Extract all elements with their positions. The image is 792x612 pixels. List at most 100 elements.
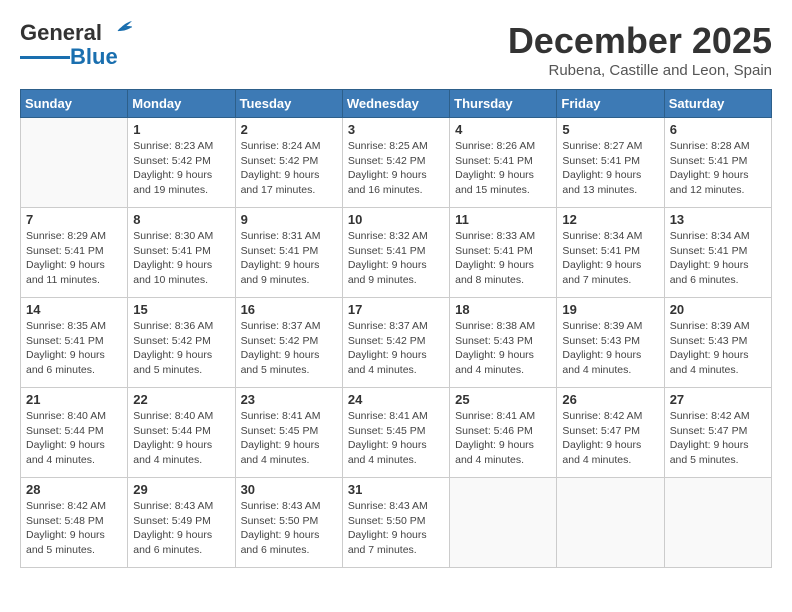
sunrise-text: Sunrise: 8:26 AM (455, 139, 551, 154)
sunrise-text: Sunrise: 8:38 AM (455, 319, 551, 334)
sunset-text: Sunset: 5:43 PM (562, 334, 658, 349)
day-info: Sunrise: 8:39 AMSunset: 5:43 PMDaylight:… (562, 319, 658, 378)
day-number: 8 (133, 212, 229, 227)
sunrise-text: Sunrise: 8:39 AM (562, 319, 658, 334)
day-info: Sunrise: 8:43 AMSunset: 5:49 PMDaylight:… (133, 499, 229, 558)
calendar-week-row: 1Sunrise: 8:23 AMSunset: 5:42 PMDaylight… (21, 118, 772, 208)
location-subtitle: Rubena, Castille and Leon, Spain (508, 62, 772, 79)
calendar-cell: 10Sunrise: 8:32 AMSunset: 5:41 PMDayligh… (342, 208, 449, 298)
daylight-text: Daylight: 9 hours and 7 minutes. (562, 258, 658, 287)
day-info: Sunrise: 8:26 AMSunset: 5:41 PMDaylight:… (455, 139, 551, 198)
logo: General Blue (20, 20, 132, 70)
sunset-text: Sunset: 5:42 PM (348, 334, 444, 349)
calendar-cell: 13Sunrise: 8:34 AMSunset: 5:41 PMDayligh… (664, 208, 771, 298)
sunrise-text: Sunrise: 8:43 AM (133, 499, 229, 514)
daylight-text: Daylight: 9 hours and 4 minutes. (241, 438, 337, 467)
day-info: Sunrise: 8:37 AMSunset: 5:42 PMDaylight:… (241, 319, 337, 378)
day-number: 22 (133, 392, 229, 407)
sunrise-text: Sunrise: 8:27 AM (562, 139, 658, 154)
day-number: 12 (562, 212, 658, 227)
sunrise-text: Sunrise: 8:24 AM (241, 139, 337, 154)
calendar-cell: 25Sunrise: 8:41 AMSunset: 5:46 PMDayligh… (450, 388, 557, 478)
daylight-text: Daylight: 9 hours and 12 minutes. (670, 168, 766, 197)
calendar-week-row: 21 Sunrise: 8:40 AMSunset: 5:44 PMDayligh… (21, 388, 772, 478)
daylight-text: Daylight: 9 hours and 4 minutes. (562, 438, 658, 467)
day-info: Sunrise: 8:40 AMSunset: 5:44 PMDaylight:… (26, 409, 122, 468)
daylight-text: Daylight: 9 hours and 4 minutes. (562, 348, 658, 377)
daylight-text: Daylight: 9 hours and 6 minutes. (133, 528, 229, 557)
calendar-cell: 11Sunrise: 8:33 AMSunset: 5:41 PMDayligh… (450, 208, 557, 298)
day-of-week-header: Friday (557, 90, 664, 118)
sunset-text: Sunset: 5:42 PM (133, 154, 229, 169)
calendar-cell: 20Sunrise: 8:39 AMSunset: 5:43 PMDayligh… (664, 298, 771, 388)
sunset-text: Sunset: 5:42 PM (348, 154, 444, 169)
month-title: December 2025 (508, 20, 772, 62)
daylight-text: Daylight: 9 hours and 6 minutes. (241, 528, 337, 557)
day-number: 23 (241, 392, 337, 407)
daylight-text: Daylight: 9 hours and 5 minutes. (241, 348, 337, 377)
day-info: Sunrise: 8:41 AMSunset: 5:45 PMDaylight:… (348, 409, 444, 468)
sunset-text: Sunset: 5:46 PM (455, 424, 551, 439)
day-number: 11 (455, 212, 551, 227)
sunrise-text: Sunrise: 8:28 AM (670, 139, 766, 154)
daylight-text: Daylight: 9 hours and 7 minutes. (348, 528, 444, 557)
day-number: 3 (348, 122, 444, 137)
sunrise-text: Sunrise: 8:34 AM (562, 229, 658, 244)
calendar-cell: 24 Sunrise: 8:41 AMSunset: 5:45 PMDayligh… (342, 388, 449, 478)
day-info: Sunrise: 8:25 AMSunset: 5:42 PMDaylight:… (348, 139, 444, 198)
day-info: Sunrise: 8:30 AMSunset: 5:41 PMDaylight:… (133, 229, 229, 288)
day-of-week-header: Tuesday (235, 90, 342, 118)
day-info: Sunrise: 8:40 AMSunset: 5:44 PMDaylight:… (133, 409, 229, 468)
calendar-cell: 7Sunrise: 8:29 AMSunset: 5:41 PMDaylight… (21, 208, 128, 298)
calendar-cell (557, 478, 664, 568)
daylight-text: Daylight: 9 hours and 6 minutes. (26, 348, 122, 377)
daylight-text: Daylight: 9 hours and 4 minutes. (26, 438, 122, 467)
page-header: General Blue December 2025 Rubena, Casti… (20, 20, 772, 79)
sunset-text: Sunset: 5:48 PM (26, 514, 122, 529)
day-of-week-header: Saturday (664, 90, 771, 118)
calendar-cell: 22 Sunrise: 8:40 AMSunset: 5:44 PMDayligh… (128, 388, 235, 478)
day-info: Sunrise: 8:29 AMSunset: 5:41 PMDaylight:… (26, 229, 122, 288)
day-number: 25 (455, 392, 551, 407)
daylight-text: Daylight: 9 hours and 4 minutes. (455, 438, 551, 467)
calendar-cell: 16Sunrise: 8:37 AMSunset: 5:42 PMDayligh… (235, 298, 342, 388)
day-info: Sunrise: 8:28 AMSunset: 5:41 PMDaylight:… (670, 139, 766, 198)
calendar-cell: 3 Sunrise: 8:25 AMSunset: 5:42 PMDaylight… (342, 118, 449, 208)
sunrise-text: Sunrise: 8:43 AM (348, 499, 444, 514)
day-number: 15 (133, 302, 229, 317)
sunrise-text: Sunrise: 8:36 AM (133, 319, 229, 334)
day-info: Sunrise: 8:27 AMSunset: 5:41 PMDaylight:… (562, 139, 658, 198)
day-info: Sunrise: 8:42 AMSunset: 5:47 PMDaylight:… (670, 409, 766, 468)
sunrise-text: Sunrise: 8:35 AM (26, 319, 122, 334)
daylight-text: Daylight: 9 hours and 9 minutes. (241, 258, 337, 287)
daylight-text: Daylight: 9 hours and 9 minutes. (348, 258, 444, 287)
sunrise-text: Sunrise: 8:32 AM (348, 229, 444, 244)
calendar-cell (21, 118, 128, 208)
day-number: 5 (562, 122, 658, 137)
day-number: 13 (670, 212, 766, 227)
title-block: December 2025 Rubena, Castille and Leon,… (508, 20, 772, 79)
sunrise-text: Sunrise: 8:43 AM (241, 499, 337, 514)
sunrise-text: Sunrise: 8:40 AM (26, 409, 122, 424)
sunrise-text: Sunrise: 8:42 AM (26, 499, 122, 514)
day-info: Sunrise: 8:23 AMSunset: 5:42 PMDaylight:… (133, 139, 229, 198)
day-number: 21 (26, 392, 122, 407)
sunrise-text: Sunrise: 8:23 AM (133, 139, 229, 154)
sunrise-text: Sunrise: 8:34 AM (670, 229, 766, 244)
sunrise-text: Sunrise: 8:40 AM (133, 409, 229, 424)
daylight-text: Daylight: 9 hours and 17 minutes. (241, 168, 337, 197)
sunset-text: Sunset: 5:47 PM (562, 424, 658, 439)
daylight-text: Daylight: 9 hours and 5 minutes. (26, 528, 122, 557)
sunrise-text: Sunrise: 8:33 AM (455, 229, 551, 244)
calendar-cell: 9Sunrise: 8:31 AMSunset: 5:41 PMDaylight… (235, 208, 342, 298)
day-number: 24 (348, 392, 444, 407)
day-info: Sunrise: 8:43 AMSunset: 5:50 PMDaylight:… (348, 499, 444, 558)
day-info: Sunrise: 8:34 AMSunset: 5:41 PMDaylight:… (562, 229, 658, 288)
calendar-cell: 19Sunrise: 8:39 AMSunset: 5:43 PMDayligh… (557, 298, 664, 388)
day-info: Sunrise: 8:24 AMSunset: 5:42 PMDaylight:… (241, 139, 337, 198)
daylight-text: Daylight: 9 hours and 4 minutes. (348, 438, 444, 467)
day-info: Sunrise: 8:32 AMSunset: 5:41 PMDaylight:… (348, 229, 444, 288)
calendar-cell: 17Sunrise: 8:37 AMSunset: 5:42 PMDayligh… (342, 298, 449, 388)
sunset-text: Sunset: 5:43 PM (455, 334, 551, 349)
sunset-text: Sunset: 5:43 PM (670, 334, 766, 349)
